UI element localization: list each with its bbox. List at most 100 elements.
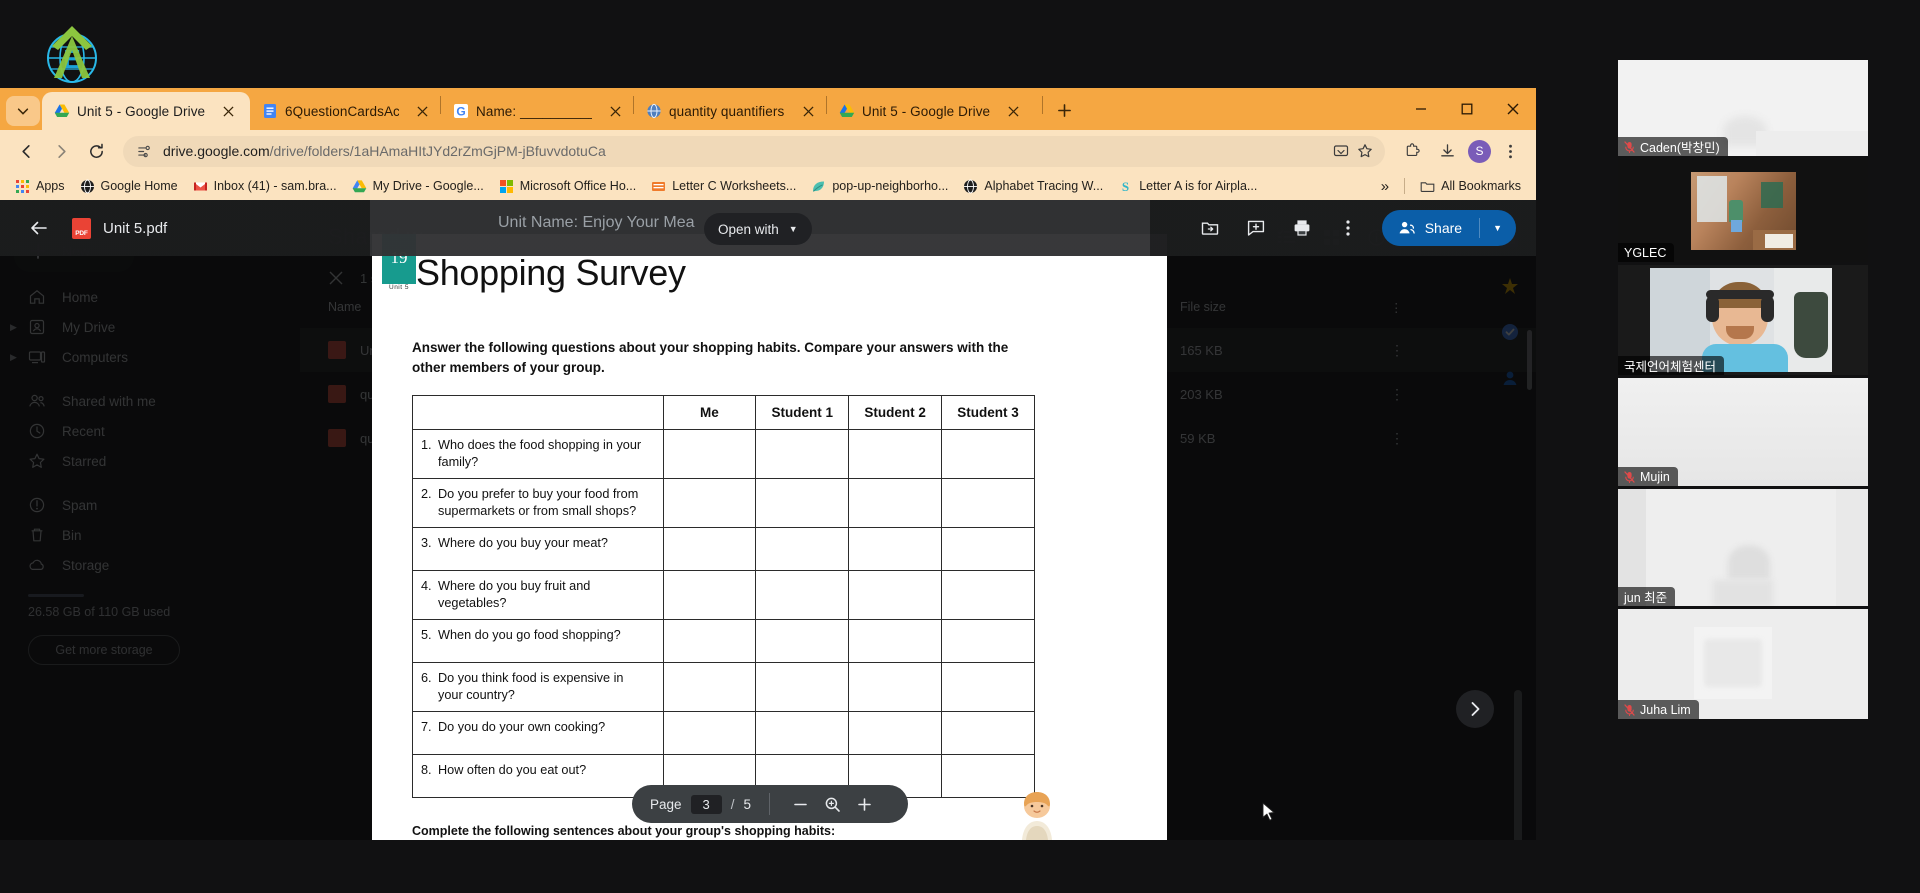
bookmark-label: Apps	[36, 179, 65, 193]
organization-logo: E	[36, 18, 108, 90]
add-comment-icon[interactable]	[1238, 210, 1274, 246]
survey-answer-cell[interactable]	[662, 662, 757, 713]
next-file-button[interactable]	[1456, 690, 1494, 728]
more-options-icon[interactable]	[1330, 210, 1366, 246]
chrome-menu-icon[interactable]	[1494, 135, 1526, 167]
site-settings-icon[interactable]	[135, 142, 153, 160]
survey-answer-cell[interactable]	[848, 527, 943, 572]
survey-answer-cell[interactable]	[848, 429, 943, 480]
close-icon[interactable]	[412, 101, 432, 121]
close-icon[interactable]	[798, 101, 818, 121]
survey-answer-cell[interactable]	[941, 478, 1035, 529]
tab-0[interactable]: Unit 5 - Google Drive	[42, 92, 250, 130]
survey-answer-cell[interactable]	[941, 570, 1035, 621]
survey-question-number: 2.	[421, 487, 432, 502]
zoom-out-button[interactable]	[784, 788, 816, 820]
bookmark-star-icon[interactable]	[1357, 143, 1373, 159]
forward-icon[interactable]	[45, 135, 77, 167]
survey-answer-cell[interactable]	[941, 662, 1035, 713]
share-button[interactable]: Share ▼	[1381, 210, 1516, 246]
bookmark-letter-a-airplane[interactable]: S Letter A is for Airpla...	[1112, 176, 1263, 197]
maximize-button[interactable]	[1444, 88, 1490, 130]
survey-answer-cell[interactable]	[662, 527, 757, 572]
survey-answer-cell[interactable]	[848, 570, 943, 621]
survey-table-row: 6. Do you think food is expensive in your…	[412, 662, 1035, 713]
survey-answer-cell[interactable]	[755, 662, 850, 713]
profile-avatar[interactable]: S	[1468, 139, 1491, 163]
survey-answer-cell[interactable]	[848, 619, 943, 664]
tab-3[interactable]: quantity quantifiers multiple ch	[634, 92, 826, 130]
survey-answer-cell[interactable]	[848, 662, 943, 713]
add-to-drive-icon[interactable]	[1192, 210, 1228, 246]
reload-icon[interactable]	[80, 135, 112, 167]
survey-question-text: Do you think food is expensive in your c…	[438, 671, 624, 702]
bookmark-google-home[interactable]: Google Home	[74, 176, 184, 197]
all-bookmarks-button[interactable]: All Bookmarks	[1414, 176, 1527, 197]
new-tab-button[interactable]	[1049, 95, 1079, 125]
survey-answer-cell[interactable]	[941, 619, 1035, 664]
page-number-input[interactable]: 3	[690, 794, 722, 814]
participant-tile-5[interactable]: Juha Lim	[1618, 609, 1868, 719]
downloads-icon[interactable]	[1431, 135, 1463, 167]
save-page-icon[interactable]	[1333, 143, 1349, 159]
survey-question-cell: 3. Where do you buy your meat?	[412, 527, 664, 572]
minimize-button[interactable]	[1398, 88, 1444, 130]
bookmark-pop-up-neighborhood[interactable]: pop-up-neighborho...	[805, 176, 954, 197]
zoom-in-button[interactable]	[848, 788, 880, 820]
extensions-icon[interactable]	[1396, 135, 1428, 167]
survey-answer-cell[interactable]	[848, 711, 943, 756]
close-icon[interactable]	[218, 101, 238, 121]
bookmark-letter-c-worksheets[interactable]: Letter C Worksheets...	[645, 176, 802, 197]
survey-answer-cell[interactable]	[941, 527, 1035, 572]
survey-answer-cell[interactable]	[662, 619, 757, 664]
survey-answer-cell[interactable]	[941, 711, 1035, 756]
share-label: Share	[1424, 220, 1463, 236]
survey-answer-cell[interactable]	[755, 619, 850, 664]
url-domain: drive.google.com	[163, 143, 270, 159]
close-icon[interactable]	[605, 101, 625, 121]
back-arrow-icon[interactable]	[22, 211, 56, 245]
page-label: Page	[650, 796, 682, 812]
survey-answer-cell[interactable]	[662, 429, 757, 480]
bookmark-microsoft-office[interactable]: Microsoft Office Ho...	[493, 176, 642, 197]
chevron-down-icon[interactable]: ▼	[1493, 223, 1510, 233]
participant-nametag: 국제언어체험센터	[1618, 356, 1725, 375]
tab-search-chevron-icon[interactable]	[6, 96, 40, 126]
participant-tile-4[interactable]: jun 최준	[1618, 489, 1868, 606]
bookmark-inbox[interactable]: Inbox (41) - sam.bra...	[187, 176, 343, 197]
close-icon[interactable]	[1003, 101, 1023, 121]
survey-answer-cell[interactable]	[848, 478, 943, 529]
survey-answer-cell[interactable]	[662, 478, 757, 529]
survey-answer-cell[interactable]	[662, 570, 757, 621]
tab-1[interactable]: 6QuestionCardsActivity-Food.d	[250, 92, 440, 130]
survey-answer-cell[interactable]	[662, 711, 757, 756]
address-bar[interactable]: drive.google.com/drive/folders/1aHAmaHIt…	[123, 135, 1385, 167]
zoom-reset-icon[interactable]	[816, 788, 848, 820]
close-button[interactable]	[1490, 88, 1536, 130]
tab-title: Unit 5 - Google Drive	[862, 103, 991, 119]
pdf-file-icon: PDF	[72, 217, 91, 239]
open-with-button[interactable]: Open with ▼	[704, 213, 812, 245]
col-header-student-2: Student 2	[848, 395, 943, 431]
tab-2[interactable]: G Name: ______________ I	[441, 92, 633, 130]
participant-tile-3[interactable]: Mujin	[1618, 378, 1868, 486]
survey-answer-cell[interactable]	[755, 429, 850, 480]
page-content-area: New Home ▶ My Drive ▶ Computers	[0, 200, 1536, 840]
tab-4[interactable]: Unit 5 - Google Drive	[827, 92, 1042, 130]
google-icon: G	[453, 103, 469, 119]
survey-answer-cell[interactable]	[755, 527, 850, 572]
back-icon[interactable]	[10, 135, 42, 167]
participant-tile-0[interactable]: Caden(박창민)	[1618, 60, 1868, 156]
bookmark-my-drive[interactable]: My Drive - Google...	[346, 176, 490, 197]
bookmarks-overflow-button[interactable]: »	[1375, 175, 1395, 198]
bookmark-apps[interactable]: Apps	[9, 176, 71, 197]
participant-tile-2[interactable]: 국제언어체험센터	[1618, 265, 1868, 375]
survey-answer-cell[interactable]	[755, 478, 850, 529]
participant-tile-1[interactable]: YGLEC	[1618, 159, 1868, 262]
print-icon[interactable]	[1284, 210, 1320, 246]
bookmark-alphabet-tracing[interactable]: Alphabet Tracing W...	[957, 176, 1109, 197]
survey-answer-cell[interactable]	[941, 429, 1035, 480]
survey-answer-cell[interactable]	[755, 711, 850, 756]
survey-answer-cell[interactable]	[755, 570, 850, 621]
chevron-down-icon[interactable]: ▼	[789, 224, 798, 234]
